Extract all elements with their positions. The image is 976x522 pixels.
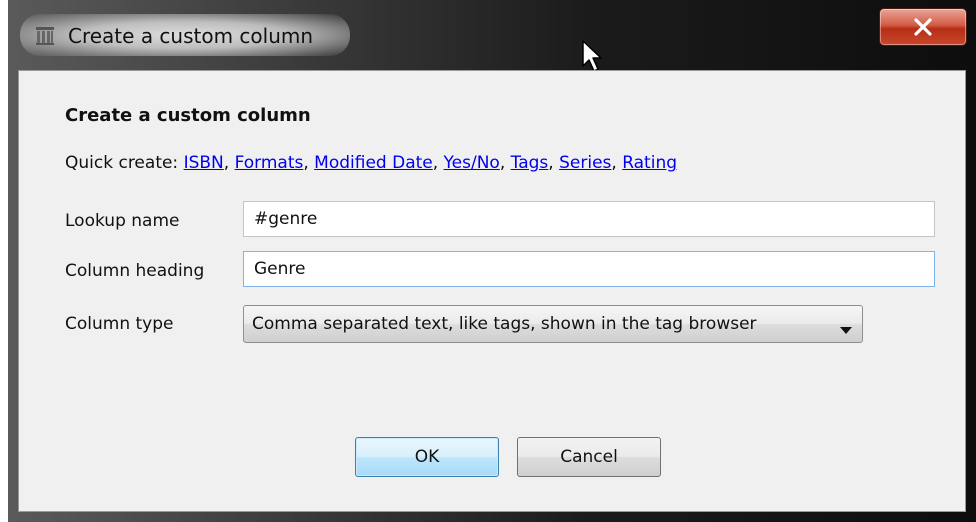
- title-bar[interactable]: Create a custom column: [8, 0, 976, 70]
- app-icon: [34, 25, 56, 47]
- quick-create-tags-link[interactable]: Tags: [511, 153, 549, 173]
- window-title: Create a custom column: [68, 24, 314, 48]
- dropdown-arrow-icon: [840, 320, 852, 340]
- column-type-select[interactable]: Comma separated text, like tags, shown i…: [243, 305, 863, 343]
- dialog-body: Create a custom column Quick create: ISB…: [18, 70, 966, 512]
- cancel-button[interactable]: Cancel: [517, 437, 661, 477]
- quick-create-formats-link[interactable]: Formats: [235, 153, 304, 173]
- column-heading-label: Column heading: [65, 261, 205, 281]
- lookup-name-input[interactable]: [243, 201, 935, 237]
- quick-create-row: Quick create: ISBN, Formats, Modified Da…: [65, 153, 678, 173]
- lookup-name-label: Lookup name: [65, 211, 180, 231]
- column-type-selected-value: Comma separated text, like tags, shown i…: [252, 314, 757, 334]
- dialog-window: Create a custom column Create a custom c…: [8, 0, 976, 522]
- close-icon: [914, 18, 932, 36]
- column-type-label: Column type: [65, 314, 174, 334]
- quick-create-series-link[interactable]: Series: [559, 153, 611, 173]
- column-heading-input[interactable]: [243, 251, 935, 287]
- ok-button[interactable]: OK: [355, 437, 499, 477]
- quick-create-rating-link[interactable]: Rating: [622, 153, 677, 173]
- quick-create-label: Quick create:: [65, 153, 179, 173]
- quick-create-yes-no-link[interactable]: Yes/No: [444, 153, 500, 173]
- quick-create-isbn-link[interactable]: ISBN: [184, 153, 224, 173]
- dialog-heading: Create a custom column: [65, 105, 311, 126]
- close-button[interactable]: [879, 8, 967, 46]
- quick-create-modified-date-link[interactable]: Modified Date: [314, 153, 433, 173]
